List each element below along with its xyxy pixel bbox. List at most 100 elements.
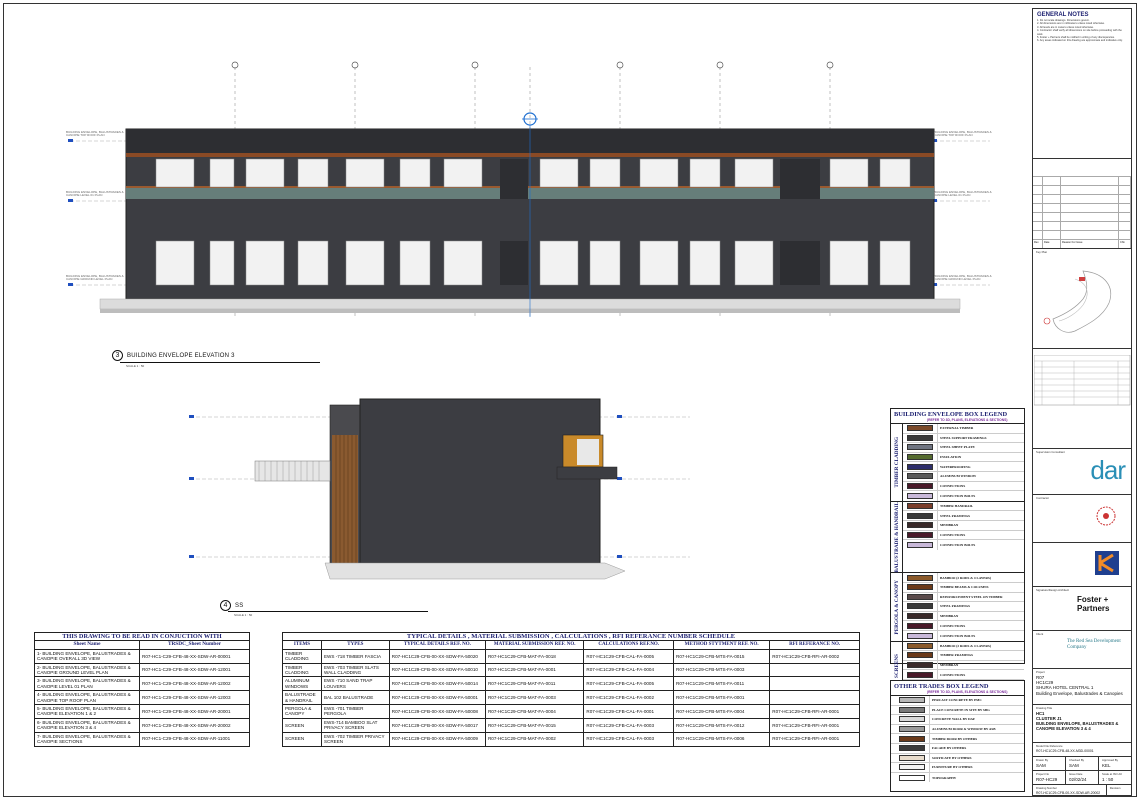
supervision-consultant: Supervision Consultant dar (1033, 449, 1131, 495)
drawn-by-value: SAM (1036, 763, 1046, 768)
legend-label: STEEL SUPPORT FRAMINGS (937, 433, 1024, 443)
revision-cell (1043, 231, 1061, 239)
section-ss-drawing (185, 395, 695, 595)
sheet-name-cell: 1- BUILDING ENVELOPE, BALUSTRADES & CANO… (34, 648, 140, 664)
legend-swatch (907, 463, 933, 470)
table-row: SCREEN EWS -702 TIMBER PRIVACY SCREEN R07-… (282, 731, 860, 747)
legend-swatch (907, 503, 933, 510)
level-tag-ground: BUILDING ENVELOPE, BALUSTRADES & CANOPIE… (66, 274, 124, 281)
sheet-reference-mini-table (1033, 349, 1131, 449)
legend-swatch (907, 522, 933, 529)
sheet-number-cell: R07-HC1-C29-CFB-48-XX-SDW-AR-00001 (139, 648, 250, 664)
section-view-title: 4 SS (220, 600, 243, 611)
legend-row: TOPOGRAPHY (891, 772, 1024, 783)
column-header: TYPES (320, 640, 390, 650)
foster-partners-logo: Foster + Partners (1077, 595, 1110, 613)
legend-label: CONNECTION BOLTS (937, 491, 1024, 501)
legend-row: INSULATION (903, 452, 1024, 463)
legend-label: TIMBER FRAMINGS (937, 651, 1024, 660)
legend-row: PERCAST CONCRETE BY PMC (891, 696, 1024, 706)
schedule-cell: BALUSTRADE & HANDRAIL (282, 690, 322, 706)
architect-label: Signature/Design Architect (1036, 588, 1069, 592)
legend-row: BAMBOO (2 RODS & 4 LAYERS) (903, 641, 1024, 652)
key-plan-map (1043, 270, 1111, 333)
legend-group: BALUSTRADE & HANDRAIL TIMBER HANDRAIL STEE… (891, 500, 1024, 573)
sheet-name-cell: 4- BUILDING ENVELOPE, BALUSTRADES & CANO… (34, 690, 140, 706)
legend-group-label: PERGOLA & CANOPY (891, 573, 903, 641)
revision-header: Rev (1033, 240, 1043, 248)
general-note: 6. Any areas indicated on this drawing a… (1037, 39, 1123, 43)
schedule-cell (769, 690, 860, 706)
issue-date-value: 02/02/24 (1069, 777, 1087, 782)
envelope-legend-title: BUILDING ENVELOPE BOX LEGEND (894, 411, 1008, 418)
table-row: 7- BUILDING ENVELOPE, BALUSTRADES & CANO… (34, 731, 250, 747)
legend-swatch (907, 444, 933, 451)
legend-row: REINFORCEMENT STEEL ON TIMBER (903, 592, 1024, 603)
view-number: 3 (112, 350, 123, 361)
schedule-cell: R07-HC1C29-CFB-RFI-AR-0001 (769, 717, 860, 733)
legend-group-label: BALUSTRADE & HANDRAIL (891, 501, 903, 573)
title-block: GENERAL NOTES 1. Do not scale drawings. … (1032, 8, 1132, 797)
legend-row: PLACE CONCRETE IN SITE BY SBG (891, 705, 1024, 716)
legend-label: STEEL FRAMINGS (937, 602, 1024, 611)
revision-row (1033, 194, 1131, 203)
schedule-cell: R07-HC1C29-CFB-RFI-AR-0001 (769, 731, 860, 747)
schedule-cell: R07-HC1C29-CFB-00-XX-SDW-FA-50017 (388, 717, 486, 733)
table-row: 5- BUILDING ENVELOPE, BALUSTRADES & CANO… (34, 704, 250, 719)
client-label: Client (1036, 632, 1044, 636)
revision-label: Revision (1109, 786, 1121, 790)
general-notes-title: GENERAL NOTES (1037, 12, 1089, 18)
column-header: TRSDC_Sheet Number (139, 640, 250, 650)
table-row: ALUMINUM WINDOWS EWS -710 SAND TRAP LOUVE… (282, 676, 860, 692)
drawing-title-line: BUILDING ENVELOPE, BALUSTRADES & CANOPIE… (1036, 721, 1119, 731)
legend-swatch (907, 593, 933, 600)
checked-by-value: SAM (1069, 763, 1079, 768)
red-sea-logo: The Red Sea Development Company (1067, 639, 1121, 650)
key-plan: Key Plan (1033, 249, 1131, 349)
column-header: METHOD STYTMENT REF. NO. (673, 640, 771, 650)
schedule-cell: R07-HC1C29-CFB-CAL-FA-0003 (583, 717, 675, 733)
schedule-cell: R07-HC1C29-CFB-CAL-FA-0003 (583, 731, 675, 747)
section-ss-graphic (189, 398, 690, 580)
legend-swatch (907, 642, 933, 649)
legend-row: STEEL FRAMINGS (903, 602, 1024, 612)
table-row: 4- BUILDING ENVELOPE, BALUSTRADES & CANO… (34, 690, 250, 706)
schedule-cell: R07-HC1C29-CFB-00-XX-SDW-FA-50009 (388, 731, 486, 747)
revision-row (1033, 176, 1131, 185)
legend-row: CONNECTIONS (903, 621, 1024, 631)
section-view-number: 4 (220, 600, 231, 611)
revision-header: Reason For Issue (1061, 240, 1119, 248)
schedule-cell: R07-HC1C29-CFB-00-XX-SDW-FA-50001 (388, 690, 486, 706)
contractor-logo (1096, 506, 1116, 526)
revision-cell (1061, 186, 1119, 194)
legend-label: FURNITURE BY OTHERS (929, 763, 1024, 772)
view-title-underline (120, 362, 320, 363)
legend-row: BAMBOO (2 RODS & 4 LAYERS) (903, 573, 1024, 583)
approved-by-value: KEL (1102, 763, 1111, 768)
legend-swatch (899, 697, 925, 704)
revision-cell (1061, 213, 1119, 221)
legend-swatch (907, 613, 933, 620)
legend-row: FACADE BY OTHERS (891, 743, 1024, 754)
schedule-cell: R07-HC1C29-CFB-CAL-FA-0001 (583, 704, 675, 719)
schedule-cell: R07-HC1C29-CFB-MAT-FA-0015 (484, 717, 585, 733)
schedule-table: TYPICAL DETAILS , MATERIAL SUBMISSION , … (282, 631, 860, 747)
legend-row: FURNITURE BY OTHERS (891, 763, 1024, 773)
legend-label: TOPOGRAPHY (929, 772, 1024, 783)
schedule-cell: R07-HC1C29-CFB-MTS-FA-0004 (673, 704, 771, 719)
schedule-cell: R07-HC1C29-CFB-MTS-FA-0006 (673, 731, 771, 747)
conjunction-table-caption: THIS DRAWING TO BE READ IN CONJUCTION WI… (34, 631, 250, 642)
legend-swatch (907, 603, 933, 610)
schedule-cell: R07-HC1C29-CFB-MTS-FA-0015 (673, 648, 771, 664)
revision-cell (1119, 204, 1131, 212)
schedule-cell: EWS -701 TIMBER PERGOLA (320, 704, 390, 719)
legend-swatch (907, 632, 933, 639)
view-scale: SCALE 1 : 50 (126, 364, 145, 368)
legend-label: SOFFICATE BY OTHERS (929, 753, 1024, 763)
legend-label: TIMBER BEAMS & COLUMNS (937, 582, 1024, 592)
legend-swatch (907, 622, 933, 629)
legend-swatch (907, 541, 933, 548)
contractor: Contractor (1033, 495, 1131, 543)
legend-label: MEMBRAN (937, 520, 1024, 530)
schedule-cell (769, 662, 860, 678)
